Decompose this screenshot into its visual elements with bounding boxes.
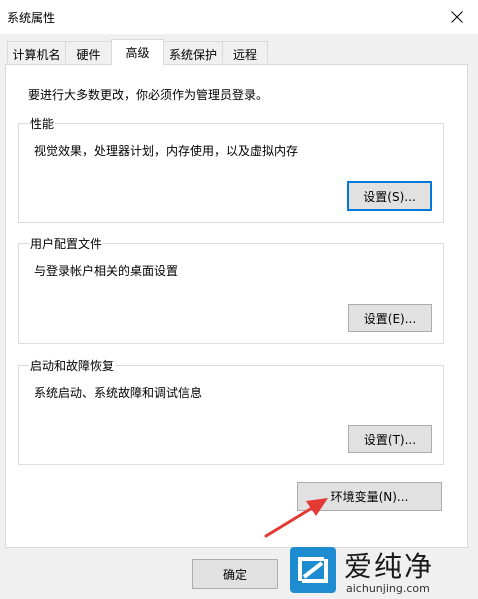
- window-title: 系统属性: [7, 11, 56, 25]
- tab-remote[interactable]: 远程: [222, 41, 268, 63]
- performance-settings-button[interactable]: 设置(S)...: [347, 181, 432, 211]
- performance-description: 视觉效果，处理器计划，内存使用，以及虚拟内存: [34, 144, 299, 158]
- startup-recovery-description: 系统启动、系统故障和调试信息: [34, 386, 203, 400]
- user-profiles-group-title: 用户配置文件: [29, 235, 104, 252]
- tab-computer-name[interactable]: 计算机名: [7, 41, 66, 63]
- close-icon: [451, 11, 463, 23]
- watermark-url: aichunjing.com: [346, 582, 430, 595]
- user-profiles-description: 与登录帐户相关的桌面设置: [34, 264, 179, 278]
- startup-recovery-group-title: 启动和故障恢复: [29, 357, 116, 374]
- tab-advanced[interactable]: 高级: [111, 39, 164, 65]
- watermark-text: 爱纯净: [344, 550, 435, 583]
- tab-hardware[interactable]: 硬件: [65, 41, 112, 63]
- admin-notice: 要进行大多数更改，你必须作为管理员登录。: [28, 88, 269, 102]
- watermark-logo-icon: [290, 547, 336, 593]
- close-button[interactable]: [436, 0, 478, 34]
- performance-group-title: 性能: [29, 115, 56, 132]
- title-bar: 系统属性: [0, 0, 478, 34]
- user-profiles-settings-button[interactable]: 设置(E)...: [348, 304, 432, 332]
- watermark: 爱纯净 aichunjing.com: [288, 545, 478, 599]
- startup-recovery-settings-button[interactable]: 设置(T)...: [348, 425, 432, 453]
- ok-button[interactable]: 确定: [192, 559, 278, 589]
- red-arrow-icon: [264, 498, 328, 538]
- tab-system-protection[interactable]: 系统保护: [163, 41, 223, 63]
